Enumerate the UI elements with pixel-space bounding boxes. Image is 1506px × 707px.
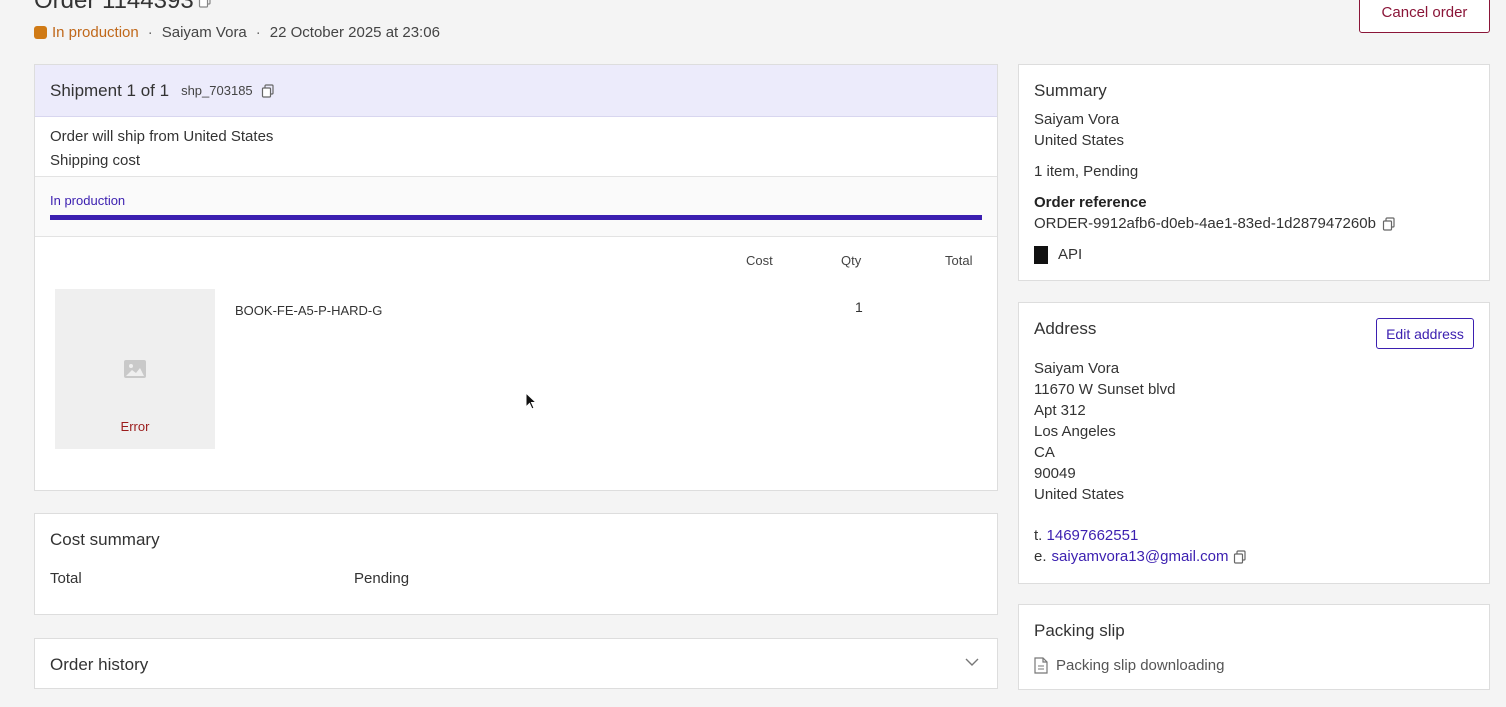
order-reference-label: Order reference	[1034, 194, 1147, 211]
image-placeholder-icon	[124, 360, 146, 378]
progress-bar	[50, 215, 982, 220]
column-header-cost: Cost	[746, 253, 773, 268]
total-value: Pending	[354, 570, 410, 587]
progress-label: In production	[50, 193, 126, 208]
packing-slip-status: Packing slip downloading	[1034, 657, 1224, 674]
packing-slip-title: Packing slip	[1034, 621, 1125, 640]
address-line: 11670 W Sunset blvd	[1034, 381, 1176, 398]
address-card: Address Edit address Saiyam Vora 11670 W…	[1018, 302, 1490, 584]
total-label: Total	[50, 570, 82, 587]
shipping-cost-label: Shipping cost	[50, 152, 141, 169]
copy-icon[interactable]	[261, 83, 275, 98]
chevron-down-icon[interactable]	[965, 657, 979, 667]
address-line: Apt 312	[1034, 402, 1086, 419]
shipment-info: Order will ship from United States Shipp…	[35, 117, 997, 177]
item-sku: BOOK-FE-A5-P-HARD-G	[235, 303, 383, 318]
shipment-header: Shipment 1 of 1 shp_703185	[35, 65, 997, 117]
cost-summary-card: Cost summary Total Pending	[34, 513, 998, 615]
email-row: e. saiyamvora13@gmail.com	[1034, 548, 1247, 565]
api-icon	[1034, 246, 1048, 265]
summary-title: Summary	[1034, 81, 1107, 100]
cancel-order-button[interactable]: Cancel order	[1359, 0, 1490, 33]
order-date: 22 October 2025 at 23:06	[269, 24, 440, 41]
order-reference-text: ORDER-9912afb6-d0eb-4ae1-83ed-1d28794726…	[1034, 215, 1376, 232]
column-header-total: Total	[945, 253, 973, 268]
phone-prefix: t.	[1034, 527, 1043, 544]
address-line: Saiyam Vora	[1034, 360, 1120, 377]
order-history-accordion[interactable]: Order history	[34, 638, 998, 689]
items-table-header: Cost Qty Total	[35, 237, 997, 277]
shipment-card: Shipment 1 of 1 shp_703185 Order will sh…	[34, 64, 998, 491]
column-header-qty: Qty	[841, 253, 862, 268]
packing-slip-card: Packing slip Packing slip downloading	[1018, 604, 1490, 690]
copy-icon[interactable]	[198, 0, 212, 8]
order-history-title: Order history	[50, 655, 149, 674]
status-dot-icon	[34, 26, 47, 39]
order-source: API	[1034, 246, 1083, 265]
progress-fill	[50, 215, 982, 220]
order-title-text: Order 1144393	[34, 0, 194, 14]
order-header: Order 1144393 In production · Saiyam Vor…	[34, 0, 1490, 50]
separator: ·	[255, 24, 261, 41]
phone-link[interactable]: 14697662551	[1047, 527, 1139, 544]
summary-card: Summary Saiyam Vora United States 1 item…	[1018, 64, 1490, 281]
order-reference-value: ORDER-9912afb6-d0eb-4ae1-83ed-1d28794726…	[1034, 215, 1396, 232]
summary-name: Saiyam Vora	[1034, 111, 1120, 128]
edit-address-button[interactable]: Edit address	[1376, 318, 1474, 349]
summary-items: 1 item, Pending	[1034, 163, 1139, 180]
product-thumbnail: Error	[55, 289, 215, 449]
address-title: Address	[1034, 319, 1097, 338]
order-source-text: API	[1058, 246, 1083, 263]
address-line: 90049	[1034, 465, 1076, 482]
phone-row: t. 14697662551	[1034, 527, 1138, 544]
ship-from-text: Order will ship from United States	[50, 128, 274, 145]
address-line: Los Angeles	[1034, 423, 1116, 440]
summary-country: United States	[1034, 132, 1125, 149]
page-title: Order 1144393	[34, 0, 212, 13]
copy-icon[interactable]	[1233, 549, 1247, 564]
item-qty: 1	[855, 299, 863, 315]
email-link[interactable]: saiyamvora13@gmail.com	[1052, 548, 1229, 565]
separator: ·	[147, 24, 153, 41]
copy-icon[interactable]	[1382, 216, 1396, 231]
shipment-progress: In production	[35, 177, 997, 237]
mouse-cursor-icon	[525, 392, 537, 410]
table-row: Error BOOK-FE-A5-P-HARD-G 1	[35, 277, 997, 507]
shipment-title: Shipment 1 of 1	[50, 80, 170, 100]
packing-slip-text: Packing slip downloading	[1056, 657, 1225, 674]
document-icon	[1034, 657, 1048, 674]
address-line: United States	[1034, 486, 1125, 503]
email-prefix: e.	[1034, 548, 1047, 565]
status-badge: In production	[52, 24, 139, 41]
order-meta: In production · Saiyam Vora · 22 October…	[34, 24, 440, 41]
customer-name: Saiyam Vora	[161, 24, 247, 41]
cost-summary-title: Cost summary	[50, 530, 160, 549]
shipment-id: shp_703185	[181, 83, 253, 98]
image-error-text: Error	[120, 419, 150, 434]
address-line: CA	[1034, 444, 1055, 461]
